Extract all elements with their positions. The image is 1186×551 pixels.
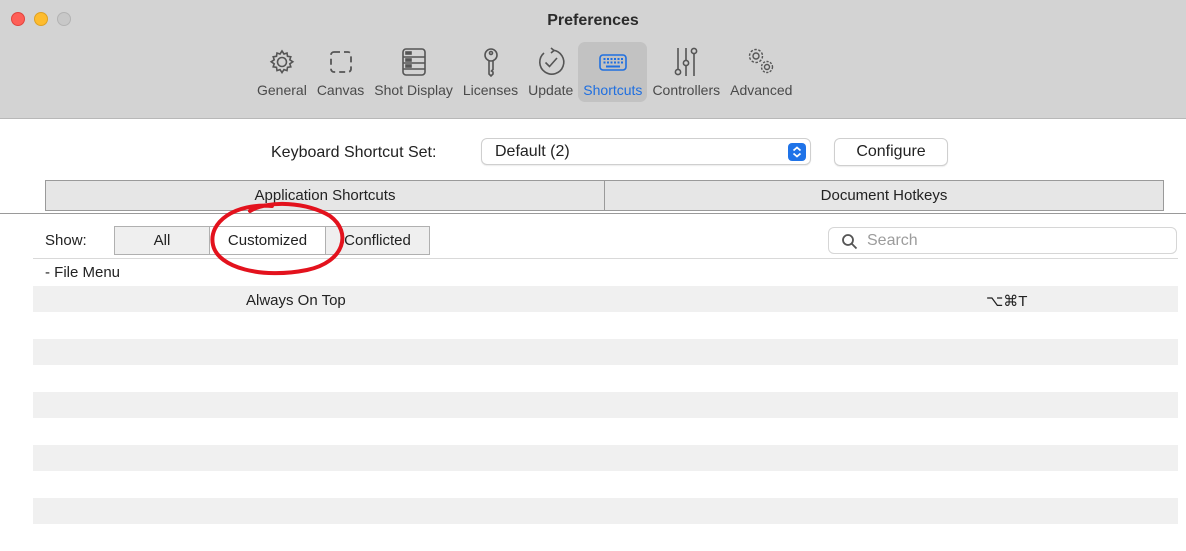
sliders-icon [674,47,698,76]
search-field[interactable]: Search [828,227,1177,254]
filter-conflicted-button[interactable]: Conflicted [325,227,429,254]
filter-customized-button[interactable]: Customized [209,227,325,254]
empty-row [33,444,1178,471]
canvas-icon [329,51,352,73]
divider [0,213,1186,214]
title-bar: Preferences General Canvas Shot Display … [0,0,1186,119]
update-check-icon [538,47,565,75]
shortcut-keys: ⌥⌘T [986,292,1028,310]
empty-row [33,391,1178,418]
search-placeholder: Search [867,232,918,249]
empty-row [33,497,1178,524]
empty-row [33,471,1178,498]
gear-icon [269,49,295,75]
shortcut-set-label: Keyboard Shortcut Set: [271,144,437,161]
toolbar-canvas-label: Canvas [316,82,365,98]
keyboard-icon [599,54,627,71]
empty-row [33,524,1178,551]
toolbar-advanced[interactable]: Advanced [725,42,797,102]
shortcut-set-value: Default (2) [495,143,570,160]
toolbar-controllers[interactable]: Controllers [647,42,725,102]
key-icon [483,48,498,78]
shot-display-icon [401,48,426,76]
gears-icon [749,48,774,74]
tab-document-hotkeys[interactable]: Document Hotkeys [604,181,1163,210]
chevron-updown-icon [788,143,806,161]
toolbar-canvas[interactable]: Canvas [312,42,369,102]
empty-row [33,365,1178,392]
toolbar-shot-display[interactable]: Shot Display [369,42,458,102]
toolbar-shortcuts-label: Shortcuts [583,82,643,98]
shortcut-list: - File Menu Always On Top ⌥⌘T [33,258,1178,551]
filter-all-button[interactable]: All [115,227,209,254]
toolbar-licenses-label: Licenses [462,82,519,98]
toolbar-update[interactable]: Update [523,42,578,102]
configure-button[interactable]: Configure [834,138,948,166]
preferences-toolbar: General Canvas Shot Display Licenses Upd… [252,42,797,102]
toolbar-general[interactable]: General [252,42,312,102]
window-title: Preferences [547,12,639,29]
table-row[interactable]: Always On Top ⌥⌘T [33,285,1178,312]
toolbar-licenses[interactable]: Licenses [458,42,523,102]
toolbar-shortcuts[interactable]: Shortcuts [578,42,648,102]
tab-application-shortcuts[interactable]: Application Shortcuts [46,181,604,210]
empty-row [33,418,1178,445]
list-group-row[interactable]: - File Menu [33,259,1178,286]
show-filter-segmented: All Customized Conflicted [114,226,430,255]
show-filter-label: Show: [45,232,87,249]
toolbar-shot-display-label: Shot Display [374,82,453,98]
group-label: - File Menu [45,264,121,281]
shortcut-tabs: Application Shortcuts Document Hotkeys [45,180,1164,211]
toolbar-general-label: General [257,82,307,98]
shortcut-set-select[interactable]: Default (2) [481,138,811,165]
empty-row [33,312,1178,339]
toolbar-update-label: Update [528,82,574,98]
shortcut-set-row: Keyboard Shortcut Set: Default (2) Confi… [0,138,1186,168]
toolbar-controllers-label: Controllers [652,82,721,98]
toolbar-advanced-label: Advanced [730,82,793,98]
command-name: Always On Top [246,291,346,309]
search-icon [842,234,858,250]
empty-row [33,338,1178,365]
